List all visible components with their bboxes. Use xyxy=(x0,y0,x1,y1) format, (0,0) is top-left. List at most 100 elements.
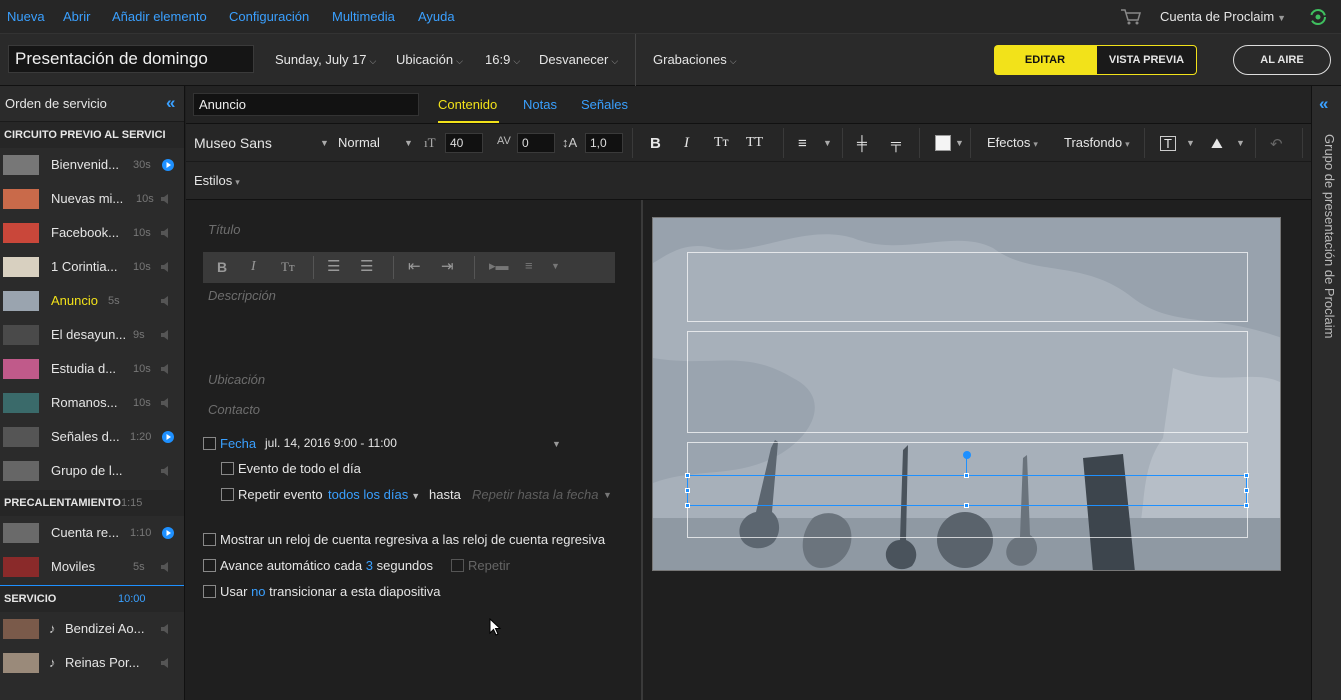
edit-button[interactable]: EDITAR xyxy=(994,45,1096,75)
styles-dropdown[interactable]: Estilos ▾ xyxy=(194,173,240,188)
repeat-until-field[interactable]: Repetir hasta la fecha xyxy=(472,487,598,502)
speaker-icon[interactable] xyxy=(160,261,170,273)
list-item[interactable]: Cuenta re... 1:10 xyxy=(0,516,184,550)
list-item[interactable]: ♪ Bendizei Ao... xyxy=(0,612,184,646)
list-item[interactable]: 1 Corintia... 10s xyxy=(0,250,184,284)
menu-nueva[interactable]: Nueva xyxy=(7,9,45,24)
line-height-input[interactable]: 1,0 xyxy=(585,133,623,153)
recordings-dropdown[interactable]: Grabaciones ⌵ xyxy=(653,52,737,67)
resize-handle[interactable] xyxy=(1244,473,1249,478)
text-box-title[interactable] xyxy=(687,252,1248,322)
list-item[interactable]: Facebook... 10s xyxy=(0,216,184,250)
date-checkbox[interactable] xyxy=(203,437,216,450)
valign-middle-icon[interactable]: ╪ xyxy=(857,135,867,151)
valign-top-icon[interactable]: ╤ xyxy=(891,135,901,151)
indent-icon[interactable]: ⇥ xyxy=(441,257,454,275)
resize-handle[interactable] xyxy=(964,503,969,508)
speaker-icon[interactable] xyxy=(160,465,170,477)
italic-icon[interactable]: I xyxy=(684,135,689,152)
on-air-button[interactable]: AL AIRE xyxy=(1233,45,1331,75)
italic-icon[interactable]: I xyxy=(251,259,256,275)
right-panel-title[interactable]: Grupo de presentación de Proclaim xyxy=(1317,134,1337,394)
bullet-list-icon[interactable]: ☰ xyxy=(327,257,340,275)
small-caps-icon[interactable]: Tт xyxy=(714,135,729,151)
bold-icon[interactable]: B xyxy=(217,259,227,275)
tab-notas[interactable]: Notas xyxy=(523,97,557,112)
sync-icon[interactable] xyxy=(1308,7,1328,27)
presentation-title-input[interactable]: Presentación de domingo xyxy=(8,45,254,73)
auto-advance-checkbox[interactable] xyxy=(203,559,216,572)
transition-toggle[interactable]: no xyxy=(251,584,265,599)
transition-dropdown[interactable]: Desvanecer ⌵ xyxy=(539,52,618,67)
speaker-icon[interactable] xyxy=(160,363,170,375)
collapse-left-icon[interactable]: « xyxy=(166,93,175,113)
location-dropdown[interactable]: Ubicación ⌵ xyxy=(396,52,463,67)
font-size-input[interactable]: 40 xyxy=(445,133,483,153)
title-field[interactable]: Título xyxy=(208,222,241,237)
section-header[interactable]: PRECALENTAMIENTO 1:15 xyxy=(0,490,184,516)
menu-ayuda[interactable]: Ayuda xyxy=(418,9,455,24)
account-menu[interactable]: Cuenta de Proclaim ▼ xyxy=(1160,9,1286,24)
date-dropdown[interactable]: Sunday, July 17 ⌵ xyxy=(275,52,376,67)
resize-handle[interactable] xyxy=(685,503,690,508)
speaker-icon[interactable] xyxy=(160,329,170,341)
outdent-icon[interactable]: ⇤ xyxy=(408,257,421,275)
resize-handle[interactable] xyxy=(1244,503,1249,508)
speaker-icon[interactable] xyxy=(160,295,170,307)
tab-senales[interactable]: Señales xyxy=(581,97,628,112)
list-item[interactable]: Anuncio 5s xyxy=(0,284,184,318)
play-icon[interactable] xyxy=(162,527,174,539)
menu-abrir[interactable]: Abrir xyxy=(63,9,90,24)
text-color-swatch[interactable] xyxy=(935,135,951,151)
letter-spacing-input[interactable]: 0 xyxy=(517,133,555,153)
list-item[interactable]: El desayun... 9s xyxy=(0,318,184,352)
slide-preview[interactable] xyxy=(652,217,1281,571)
countdown-checkbox[interactable] xyxy=(203,533,216,546)
speaker-icon[interactable] xyxy=(160,227,170,239)
menu-configuracion[interactable]: Configuración xyxy=(229,9,309,24)
rotate-handle[interactable] xyxy=(963,451,971,459)
contact-field[interactable]: Contacto xyxy=(208,402,260,417)
speaker-icon[interactable] xyxy=(160,193,170,205)
section-header[interactable]: SERVICIO 10:00 xyxy=(0,586,184,612)
list-item[interactable]: Romanos... 10s xyxy=(0,386,184,420)
menu-multimedia[interactable]: Multimedia xyxy=(332,9,395,24)
play-icon[interactable] xyxy=(162,159,174,171)
list-item[interactable]: ♪ Reinas Por... xyxy=(0,646,184,680)
selected-text-box[interactable] xyxy=(687,475,1247,506)
image-icon[interactable]: ⛰ xyxy=(1211,135,1223,152)
tab-contenido[interactable]: Contenido xyxy=(438,97,497,112)
align-icon[interactable]: ≡ xyxy=(525,258,533,273)
speaker-icon[interactable] xyxy=(160,657,170,669)
speaker-icon[interactable] xyxy=(160,397,170,409)
text-box-icon[interactable]: T xyxy=(1160,136,1176,151)
effects-dropdown[interactable]: Efectos ▾ xyxy=(987,135,1038,150)
font-weight-dropdown[interactable]: Normal xyxy=(338,135,380,150)
background-dropdown[interactable]: Trasfondo ▾ xyxy=(1064,135,1130,150)
chevron-down-icon[interactable]: ▼ xyxy=(603,490,612,500)
bold-icon[interactable]: B xyxy=(650,135,661,152)
aspect-dropdown[interactable]: 16:9 ⌵ xyxy=(485,52,520,67)
insert-block-icon[interactable]: ▸▬ xyxy=(489,258,509,274)
chevron-down-icon[interactable]: ▼ xyxy=(552,439,561,449)
list-item[interactable]: Moviles 5s xyxy=(0,550,184,584)
list-item[interactable]: Nuevas mi... 10s xyxy=(0,182,184,216)
resize-handle[interactable] xyxy=(685,473,690,478)
repeat-frequency-dropdown[interactable]: todos los días ▼ xyxy=(328,487,420,502)
list-item[interactable]: Bienvenid... 30s xyxy=(0,148,184,182)
menu-anadir[interactable]: Añadir elemento xyxy=(112,9,207,24)
font-family-dropdown[interactable]: Museo Sans xyxy=(194,135,272,151)
text-box-body[interactable] xyxy=(687,331,1248,433)
play-icon[interactable] xyxy=(162,431,174,443)
transition-checkbox[interactable] xyxy=(203,585,216,598)
auto-advance-seconds[interactable]: 3 xyxy=(366,558,373,573)
section-header[interactable]: CIRCUITO PREVIO AL SERVICI xyxy=(0,122,184,148)
repeat-checkbox[interactable] xyxy=(221,488,234,501)
description-field[interactable]: Descripción xyxy=(208,288,276,303)
numbered-list-icon[interactable]: ☰ xyxy=(360,257,373,275)
resize-handle[interactable] xyxy=(1244,488,1249,493)
list-item[interactable]: Estudia d... 10s xyxy=(0,352,184,386)
slide-name-input[interactable]: Anuncio xyxy=(193,93,419,116)
cart-icon[interactable] xyxy=(1120,8,1142,26)
resize-handle[interactable] xyxy=(685,488,690,493)
